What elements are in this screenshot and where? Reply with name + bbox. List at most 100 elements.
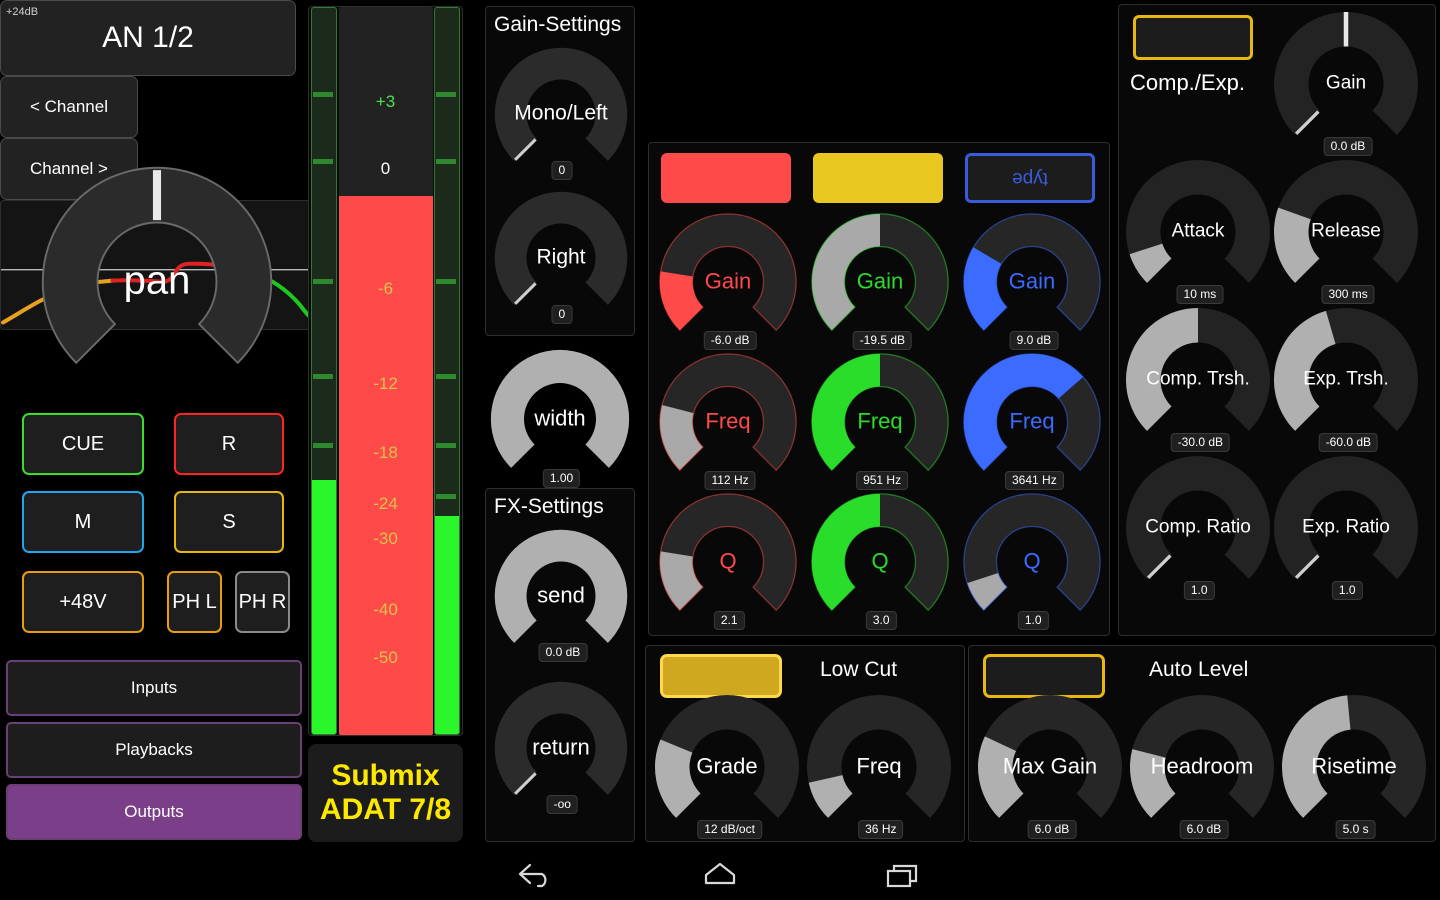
comp-exp-comp-trsh--knob[interactable]: Comp. Trsh. -30.0 dB: [1123, 305, 1273, 455]
fader-scale-label: -6: [377, 279, 394, 298]
comp-exp-panel: Gain 0.0 dB Attack 10 ms Release 300 ms Comp. …: [1118, 4, 1436, 636]
eq-band-3-header-button[interactable]: type: [965, 153, 1095, 203]
auto-level-risetime-knob[interactable]: Risetime 5.0 s: [1279, 692, 1429, 842]
eq-band-1-gain-knob[interactable]: Gain -6.0 dB: [657, 211, 799, 353]
fx-settings-panel: FX-Settings send 0.0 dB return -oo: [485, 488, 635, 842]
state-button--48v[interactable]: +48V: [22, 571, 144, 633]
knob-value: 6.0 dB: [1027, 819, 1077, 839]
gain-knob-right[interactable]: Right 0: [492, 189, 630, 327]
knob-value: 300 ms: [1321, 284, 1375, 304]
width-knob[interactable]: width 1.00: [488, 347, 632, 491]
back-icon[interactable]: [512, 858, 560, 890]
state-button-r[interactable]: R: [174, 413, 284, 475]
eq-band-1-freq-knob[interactable]: Freq 112 Hz: [657, 351, 799, 493]
knob-value: 1.0: [1017, 610, 1049, 631]
state-button-ph-r[interactable]: PH R: [235, 571, 290, 633]
knob-value: 1.00: [542, 468, 581, 489]
low-cut-grade-knob[interactable]: Grade 12 dB/oct: [652, 692, 802, 842]
fx-knob-send[interactable]: send 0.0 dB: [492, 527, 630, 665]
fader-track[interactable]: [339, 7, 433, 735]
fader-scale-label: -50: [373, 648, 398, 667]
eq-band-2-header-button[interactable]: [813, 153, 943, 203]
gain-settings-panel: Gain-Settings Mono/Left 0 Right 0: [485, 6, 635, 336]
low-cut-title: Low Cut: [820, 658, 898, 681]
state-button-label: +48V: [59, 590, 107, 613]
eq-band-3-q-knob[interactable]: Q 1.0: [961, 491, 1103, 633]
level-meter-right: [434, 7, 460, 735]
home-icon[interactable]: [696, 858, 744, 890]
android-navigation-bar: [0, 844, 1440, 900]
auto-level-title: Auto Level: [1149, 658, 1249, 681]
knob-value: 3641 Hz: [1004, 470, 1064, 491]
eq-band-2-freq-knob[interactable]: Freq 951 Hz: [809, 351, 951, 493]
state-button-label: M: [74, 510, 92, 533]
state-button-label: R: [221, 432, 237, 455]
knob-value: 1.0: [1331, 580, 1363, 600]
state-button-s[interactable]: S: [174, 491, 284, 553]
knob-value: 0.0 dB: [538, 643, 588, 663]
low-cut-panel: Low Cut Grade 12 dB/oct Freq 36 Hz: [645, 645, 965, 842]
auto-level-headroom-knob[interactable]: Headroom 6.0 dB: [1127, 692, 1277, 842]
knob-value: 951 Hz: [856, 470, 909, 491]
prev-channel-button[interactable]: < Channel: [0, 76, 138, 138]
knob-value: -19.5 dB: [852, 330, 913, 351]
state-button-cue[interactable]: CUE: [22, 413, 144, 475]
knob-value: 9.0 dB: [1009, 330, 1059, 351]
eq-band-3-gain-knob[interactable]: Gain 9.0 dB: [961, 211, 1103, 353]
comp-exp-comp-ratio-knob[interactable]: Comp. Ratio 1.0: [1123, 453, 1273, 603]
eq-band-3-freq-knob[interactable]: Freq 3641 Hz: [961, 351, 1103, 493]
eq-band-1-q-knob[interactable]: Q 2.1: [657, 491, 799, 633]
state-button-label: S: [222, 510, 236, 533]
level-meter-left: [311, 7, 337, 735]
comp-exp-enable-toggle[interactable]: [1133, 15, 1253, 60]
gain-knob-mono-left[interactable]: Mono/Left 0: [492, 45, 630, 183]
source-button-label: Outputs: [124, 802, 184, 821]
knob-value: 36 Hz: [858, 819, 904, 839]
fader-scale-label: -24: [373, 494, 398, 513]
state-button-ph-l[interactable]: PH L: [167, 571, 222, 633]
comp-exp-title: Comp./Exp.: [1130, 70, 1245, 95]
comp-exp-gain-knob[interactable]: Gain 0.0 dB: [1271, 9, 1421, 159]
source-button-label: Playbacks: [115, 740, 193, 759]
comp-exp-release-knob[interactable]: Release 300 ms: [1271, 157, 1421, 307]
knob-value: 5.0 s: [1335, 819, 1376, 839]
gain-settings-title: Gain-Settings: [494, 13, 622, 36]
comp-exp-exp-trsh--knob[interactable]: Exp. Trsh. -60.0 dB: [1271, 305, 1421, 455]
submix-label[interactable]: Submix ADAT 7/8: [308, 744, 463, 842]
source-button-label: Inputs: [130, 678, 178, 697]
fader-scale-label: -18: [373, 443, 398, 462]
fader-scale-label: -12: [373, 374, 398, 393]
low-cut-freq-knob[interactable]: Freq 36 Hz: [804, 692, 954, 842]
fader-scale-label: +3: [375, 92, 396, 111]
comp-exp-exp-ratio-knob[interactable]: Exp. Ratio 1.0: [1271, 453, 1421, 603]
knob-value: 112 Hz: [704, 470, 756, 491]
knob-value: -60.0 dB: [1318, 432, 1379, 452]
knob-value: 1.0: [1183, 580, 1215, 600]
submix-line1: Submix: [331, 759, 440, 792]
recents-icon[interactable]: [880, 858, 928, 890]
eq-band-2-gain-knob[interactable]: Gain -19.5 dB: [809, 211, 951, 353]
eq-band-2-q-knob[interactable]: Q 3.0: [809, 491, 951, 633]
source-button-outputs[interactable]: Outputs: [6, 784, 302, 840]
pan-knob[interactable]: pan: [38, 163, 276, 401]
fader-meter-panel[interactable]: +3 0 -6 -12 -18 -24 -30 -40 -50: [308, 6, 463, 736]
submix-line2: ADAT 7/8: [319, 793, 452, 826]
state-button-m[interactable]: M: [22, 491, 144, 553]
fader-scale-label: -40: [373, 600, 398, 619]
mixer-app: AN 1/2 < Channel Channel > pan CUE R M S +48…: [0, 0, 1440, 900]
auto-level-max-gain-knob[interactable]: Max Gain 6.0 dB: [975, 692, 1125, 842]
knob-value: 0.0 dB: [1323, 136, 1373, 156]
source-button-playbacks[interactable]: Playbacks: [6, 722, 302, 778]
source-button-inputs[interactable]: Inputs: [6, 660, 302, 716]
knob-value: 2.1: [713, 610, 745, 631]
eq-bands-panel: Gain -6.0 dB Freq 112 Hz Q 2.1 Gain -19.5 dB Fre…: [648, 142, 1110, 636]
fader-scale-label: 0: [380, 159, 391, 178]
comp-exp-attack-knob[interactable]: Attack 10 ms: [1123, 157, 1273, 307]
channel-name-display[interactable]: AN 1/2: [0, 0, 296, 76]
auto-level-panel: Auto Level Max Gain 6.0 dB Headroom 6.0 dB R…: [968, 645, 1436, 842]
knob-value: 0: [551, 305, 573, 325]
eq-band-1-header-button[interactable]: [661, 153, 791, 203]
fx-knob-return[interactable]: return -oo: [492, 679, 630, 817]
state-button-label: CUE: [61, 432, 105, 455]
knob-value: -oo: [546, 795, 578, 815]
